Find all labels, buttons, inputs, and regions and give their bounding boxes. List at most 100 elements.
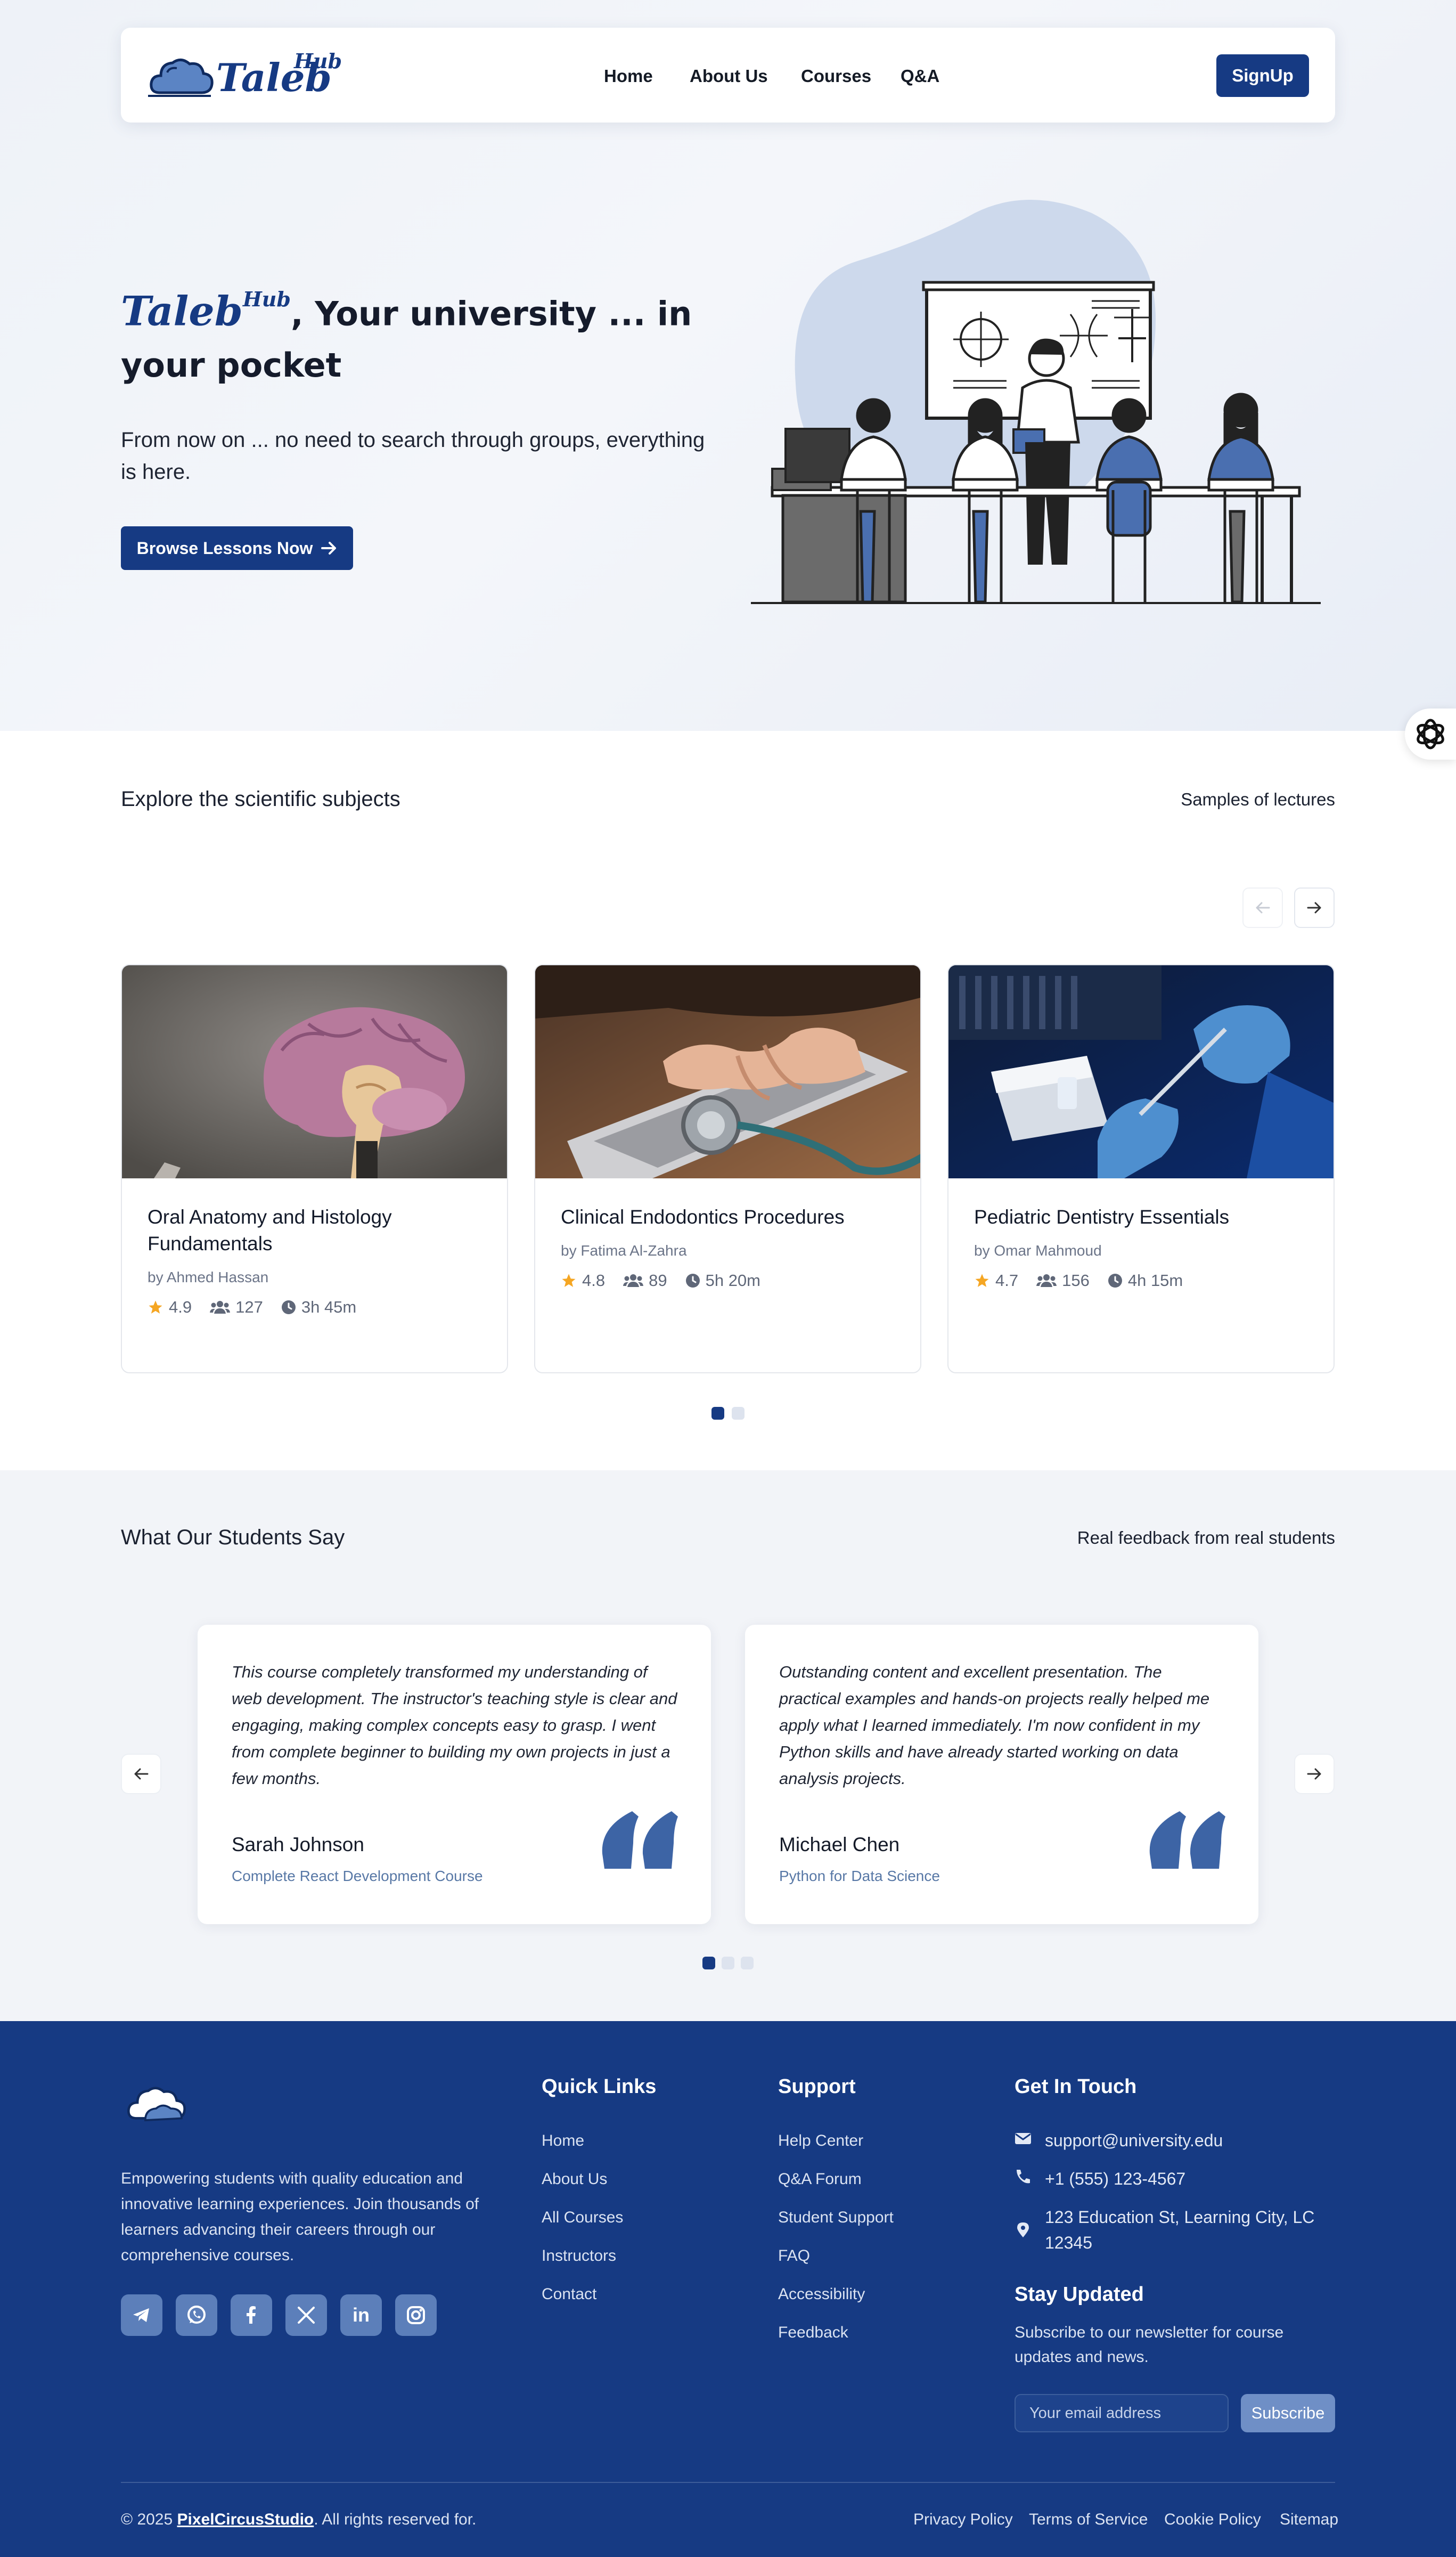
- course-card[interactable]: Clinical Endodontics Procedures by Fatim…: [534, 964, 921, 1373]
- support-title: Support: [778, 2075, 856, 2098]
- envelope-icon: [1015, 2133, 1031, 2144]
- openai-icon: [1417, 719, 1444, 750]
- testimonial-card: This course completely transformed my un…: [198, 1625, 711, 1924]
- testimonials-right-label: Real feedback from real students: [1077, 1528, 1335, 1548]
- course-stats: 4.8 89 5h 20m: [561, 1271, 760, 1290]
- contact-address: 123 Education St, Learning City, LC 1234…: [1045, 2208, 1315, 2252]
- footer-link-contact[interactable]: Contact: [542, 2285, 596, 2303]
- course-card[interactable]: Oral Anatomy and Histology Fundamentals …: [121, 964, 508, 1373]
- rating-value: 4.7: [995, 1271, 1019, 1290]
- testimonials-page-dot[interactable]: [722, 1957, 734, 1969]
- map-pin-icon: [1017, 2222, 1029, 2237]
- testimonial-card: Outstanding content and excellent presen…: [745, 1625, 1258, 1924]
- footer-link-all-courses[interactable]: All Courses: [542, 2209, 623, 2227]
- sitemap-link[interactable]: Sitemap: [1280, 2511, 1338, 2529]
- cookie-policy-link[interactable]: Cookie Policy: [1164, 2511, 1261, 2529]
- users-icon: [623, 1274, 644, 1287]
- nav-qa[interactable]: Q&A: [901, 66, 939, 86]
- instagram-icon[interactable]: [395, 2294, 437, 2336]
- subjects-page-dot-active[interactable]: [711, 1407, 724, 1420]
- clock-icon: [281, 1300, 296, 1314]
- footer-link-home[interactable]: Home: [542, 2132, 584, 2150]
- footer-divider: [121, 2482, 1335, 2483]
- students-value: 156: [1062, 1271, 1090, 1290]
- students-stat: 127: [210, 1298, 263, 1317]
- footer-link-accessibility[interactable]: Accessibility: [778, 2285, 865, 2303]
- testimonials-title: What Our Students Say: [121, 1526, 345, 1549]
- star-icon: [562, 1274, 576, 1287]
- quote-mark-icon: [602, 1811, 678, 1869]
- subjects-title: Explore the scientific subjects: [121, 787, 400, 811]
- footer-link-about-us[interactable]: About Us: [542, 2170, 607, 2188]
- testimonial-name: Michael Chen: [779, 1834, 900, 1855]
- testimonials-next-button[interactable]: [1294, 1754, 1335, 1794]
- hero-logo-text: Taleb: [121, 287, 243, 335]
- users-icon: [1036, 1274, 1057, 1287]
- x-icon[interactable]: [285, 2294, 327, 2336]
- testimonial-quote: This course completely transformed my un…: [232, 1663, 677, 1788]
- cloud-logo-icon: [148, 59, 214, 97]
- course-card[interactable]: Pediatric Dentistry Essentials by Omar M…: [947, 964, 1335, 1373]
- footer-link-faq[interactable]: FAQ: [778, 2247, 810, 2265]
- linkedin-icon[interactable]: in: [340, 2294, 382, 2336]
- brain-model-photo: [122, 965, 507, 1178]
- subjects-page-dot[interactable]: [732, 1407, 745, 1420]
- star-icon: [975, 1274, 989, 1287]
- subjects-prev-button[interactable]: [1242, 887, 1283, 928]
- hero-title: TalebHub, Your university ... in your po…: [121, 281, 707, 391]
- nav-courses[interactable]: Courses: [801, 66, 871, 86]
- footer-link-feedback[interactable]: Feedback: [778, 2324, 848, 2342]
- testimonial-quote: Outstanding content and excellent presen…: [779, 1663, 1210, 1788]
- hero-subtitle: From now on ... no need to search throug…: [121, 428, 705, 484]
- rating-stat: 4.8: [561, 1271, 605, 1290]
- nav-home[interactable]: Home: [604, 66, 653, 86]
- duration-stat: 5h 20m: [685, 1271, 760, 1290]
- testimonials-page-dot[interactable]: [741, 1957, 754, 1969]
- arrow-left-icon: [134, 1768, 149, 1780]
- clock-icon: [685, 1274, 700, 1288]
- users-icon: [210, 1301, 231, 1314]
- arrow-left-icon: [1256, 902, 1270, 914]
- arrow-right-icon: [1307, 902, 1321, 914]
- footer-link-help-center[interactable]: Help Center: [778, 2132, 863, 2150]
- course-author: by Ahmed Hassan: [148, 1269, 269, 1285]
- footer-link-instructors[interactable]: Instructors: [542, 2247, 616, 2265]
- navbar-logo[interactable]: Taleb Hub: [148, 49, 342, 102]
- clock-icon: [1108, 1274, 1122, 1288]
- course-stats: 4.7 156 4h 15m: [974, 1271, 1183, 1290]
- telegram-icon[interactable]: [121, 2294, 162, 2336]
- course-title: Pediatric Dentistry Essentials: [974, 1206, 1230, 1228]
- testimonial-name: Sarah Johnson: [232, 1834, 364, 1855]
- rating-stat: 4.7: [974, 1271, 1018, 1290]
- phone-icon: [1017, 2170, 1030, 2184]
- newsletter-email-input[interactable]: Your email address: [1015, 2394, 1229, 2432]
- course-stats: 4.9 127 3h 45m: [148, 1298, 356, 1317]
- whatsapp-icon[interactable]: [176, 2294, 217, 2336]
- browse-lessons-label: Browse Lessons Now: [136, 538, 313, 558]
- copyright-brand-link[interactable]: PixelCircusStudio: [177, 2511, 314, 2528]
- duration-value: 3h 45m: [301, 1298, 357, 1316]
- facebook-icon[interactable]: [231, 2294, 272, 2336]
- floating-assistant-button[interactable]: [1405, 709, 1456, 760]
- contact-title: Get In Touch: [1015, 2075, 1137, 2098]
- nav-about-us[interactable]: About Us: [690, 66, 768, 86]
- duration-stat: 4h 15m: [1108, 1271, 1183, 1290]
- footer-link-student-support[interactable]: Student Support: [778, 2209, 894, 2227]
- quote-mark-icon: [1149, 1811, 1225, 1869]
- subjects-next-button[interactable]: [1294, 887, 1335, 928]
- contact-phone[interactable]: +1 (555) 123-4567: [1045, 2166, 1185, 2192]
- terms-of-service-link[interactable]: Terms of Service: [1029, 2511, 1148, 2529]
- footer-link-qa-forum[interactable]: Q&A Forum: [778, 2170, 862, 2188]
- course-title: Oral Anatomy and Histology Fundamentals: [148, 1206, 392, 1255]
- subscribe-button[interactable]: Subscribe: [1241, 2394, 1335, 2432]
- testimonials-page-dot-active[interactable]: [702, 1957, 715, 1969]
- testimonials-prev-button[interactable]: [121, 1754, 161, 1794]
- browse-lessons-button[interactable]: Browse Lessons Now: [121, 526, 353, 570]
- contact-email[interactable]: support@university.edu: [1045, 2128, 1223, 2153]
- subjects-right-label[interactable]: Samples of lectures: [1181, 789, 1335, 810]
- course-author: by Omar Mahmoud: [974, 1242, 1102, 1259]
- signup-button[interactable]: SignUp: [1216, 54, 1309, 97]
- footer-cloud-logo-icon: [127, 2087, 186, 2122]
- privacy-policy-link[interactable]: Privacy Policy: [913, 2511, 1013, 2529]
- lab-gloves-photo: [948, 965, 1334, 1178]
